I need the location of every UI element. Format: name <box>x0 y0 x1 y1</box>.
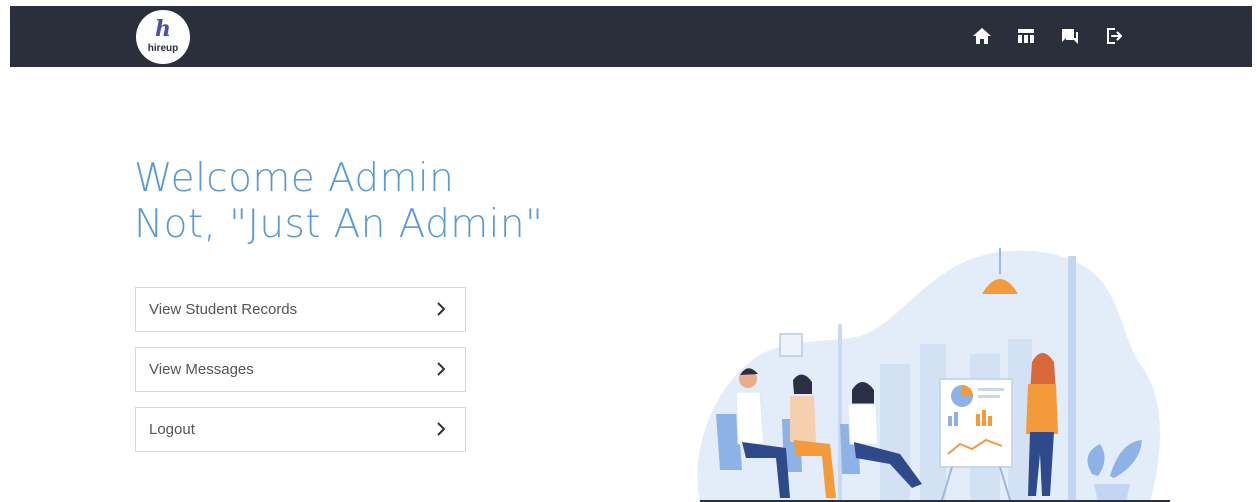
chevron-right-icon <box>437 362 446 376</box>
logo-wordmark: hireup <box>147 43 179 54</box>
logout-button[interactable]: Logout <box>135 407 466 452</box>
welcome-heading: Welcome Admin Not, "Just An Admin" <box>134 156 543 248</box>
view-messages-button[interactable]: View Messages <box>135 347 466 392</box>
chevron-right-icon <box>437 302 446 316</box>
welcome-line: Welcome Admin <box>134 156 455 201</box>
messages-icon[interactable] <box>1058 24 1082 48</box>
home-icon[interactable] <box>970 24 994 48</box>
menu-item-label: View Messages <box>149 361 254 378</box>
dashboard-icon[interactable] <box>1014 24 1038 48</box>
hireup-logo[interactable]: h hireup <box>136 10 190 64</box>
logo-mark: h <box>155 16 171 42</box>
top-navbar: h hireup <box>10 6 1252 67</box>
tagline-line: Not, "Just An Admin" <box>134 202 544 247</box>
logout-icon[interactable] <box>1102 24 1126 48</box>
menu-item-label: Logout <box>149 421 195 438</box>
chevron-right-icon <box>437 422 446 436</box>
team-meeting-illustration <box>697 248 1170 502</box>
view-student-records-button[interactable]: View Student Records <box>135 287 466 332</box>
menu-item-label: View Student Records <box>149 301 298 318</box>
